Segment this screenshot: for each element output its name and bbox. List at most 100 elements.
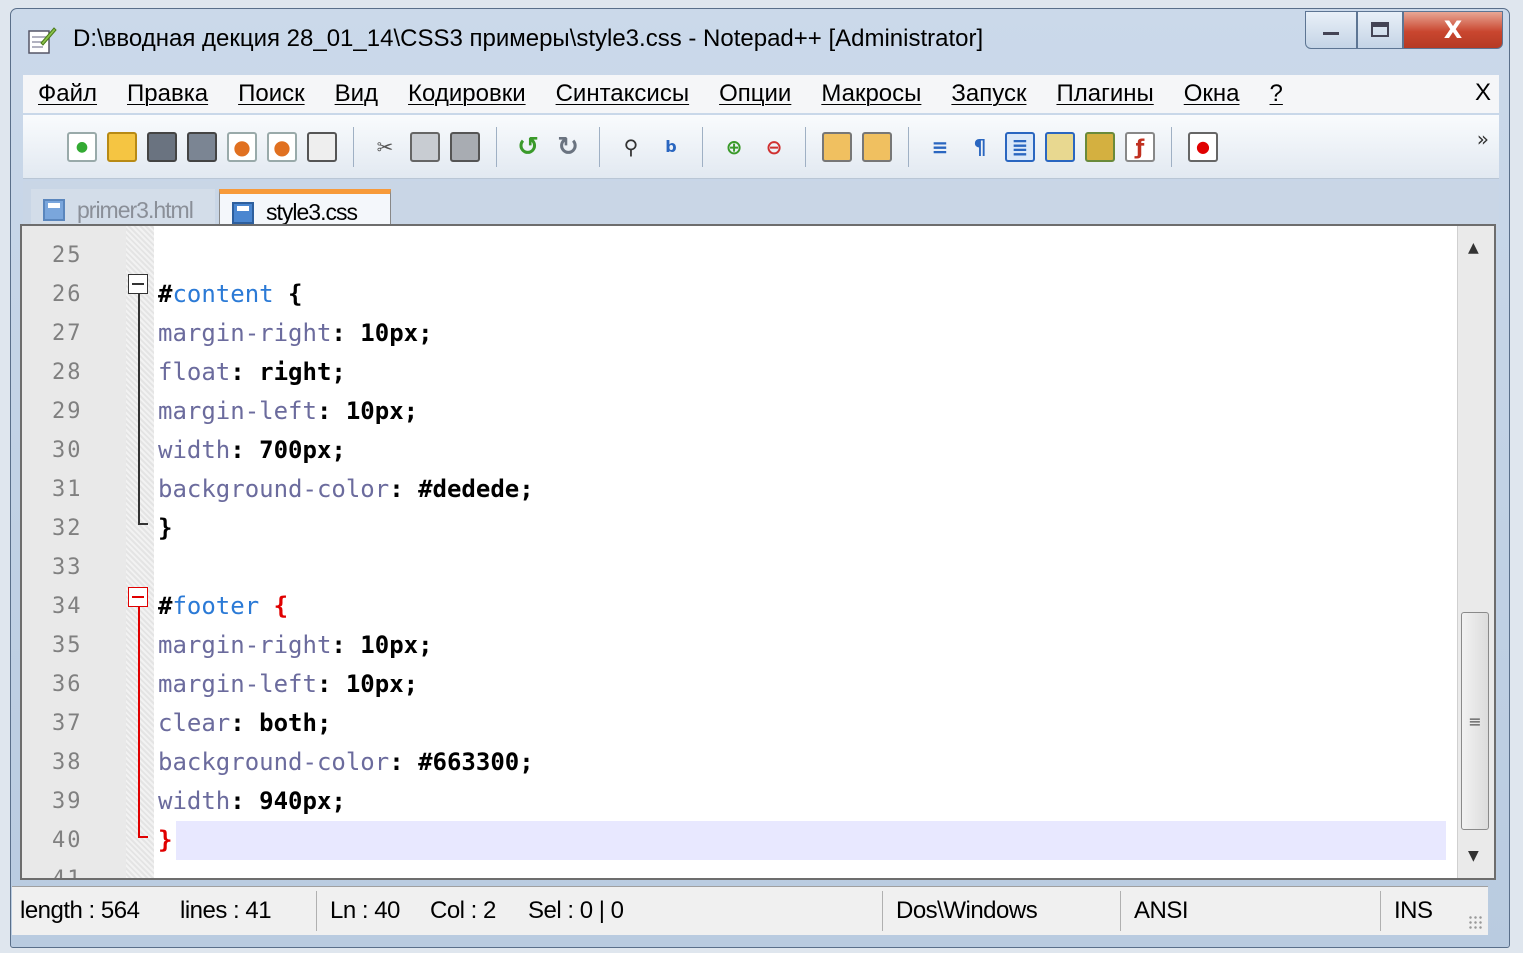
- paste-icon[interactable]: [450, 131, 480, 162]
- status-selection: Sel : 0 | 0: [528, 897, 624, 924]
- code-text: }: [158, 509, 172, 548]
- menu-search[interactable]: Поиск: [223, 80, 320, 108]
- code-editor[interactable]: 25 26 #content {27 margin-right: 10px; 28 flo…: [20, 224, 1496, 880]
- menu-file[interactable]: Файл: [23, 80, 112, 108]
- line-number: 38: [52, 750, 83, 775]
- code-token: : #663300;: [389, 748, 534, 776]
- code-token: background-color: [158, 748, 390, 776]
- save-icon[interactable]: [147, 131, 177, 162]
- code-token: : #dedede;: [389, 475, 534, 503]
- menu-encoding[interactable]: Кодировки: [393, 80, 541, 108]
- fold-toggle-content[interactable]: [128, 274, 148, 294]
- code-text: #content {: [158, 275, 303, 314]
- save-all-icon[interactable]: [187, 131, 217, 162]
- menu-bar: Файл Правка Поиск Вид Кодировки Синтакси…: [23, 75, 1499, 113]
- fold-line-end: [138, 523, 148, 525]
- word-wrap-icon[interactable]: ≡: [925, 132, 955, 162]
- close-all-icon[interactable]: ●: [267, 131, 297, 162]
- zoom-out-icon[interactable]: ⊖: [759, 132, 789, 162]
- line-number: 39: [52, 789, 83, 814]
- code-token: : 10px;: [316, 670, 419, 698]
- doc-map-icon[interactable]: [1085, 131, 1115, 162]
- toolbar-overflow-button[interactable]: »: [1477, 127, 1489, 151]
- code-text: width: 940px;: [158, 782, 346, 821]
- tab-label: style3.css: [266, 199, 358, 225]
- grip-icon: ≡: [1468, 711, 1482, 731]
- resize-grip-icon[interactable]: [1468, 915, 1482, 929]
- menu-plugins[interactable]: Плагины: [1041, 80, 1168, 108]
- code-token: clear: [158, 709, 231, 737]
- code-token: footer: [172, 592, 260, 620]
- menu-edit[interactable]: Правка: [112, 80, 223, 108]
- code-token: : right;: [230, 358, 346, 386]
- code-text: background-color: #dedede;: [158, 470, 534, 509]
- scroll-up-icon[interactable]: ▲: [1468, 240, 1479, 256]
- code-token: content: [172, 280, 274, 308]
- line-number: 40: [52, 828, 83, 853]
- status-insert-mode: INS: [1394, 897, 1433, 924]
- code-line: 27 margin-right: 10px;: [22, 314, 1446, 353]
- code-token: margin-left: [158, 670, 317, 698]
- line-number: 31: [52, 477, 83, 502]
- menu-language[interactable]: Синтаксисы: [541, 80, 705, 108]
- close-icon: X: [1443, 16, 1463, 44]
- open-file-icon[interactable]: [107, 131, 137, 162]
- menu-run[interactable]: Запуск: [936, 80, 1041, 108]
- toolbar-separator: [496, 126, 497, 167]
- scroll-thumb[interactable]: ≡: [1461, 612, 1489, 830]
- toolbar: ● ● ● ✂ ↺ ↻ ⚲ b ⊕ ⊖ ≡ ¶ ≣ ƒ ● »: [23, 115, 1499, 179]
- window-controls: X: [1305, 11, 1503, 49]
- code-line: 26 #content {: [22, 275, 1446, 314]
- undo-icon[interactable]: ↺: [513, 132, 543, 162]
- code-text: clear: both;: [158, 704, 331, 743]
- code-line: 35 margin-right: 10px;: [22, 626, 1446, 665]
- menu-macro[interactable]: Макросы: [806, 80, 936, 108]
- function-list-icon[interactable]: ƒ: [1125, 131, 1155, 162]
- print-icon[interactable]: [307, 131, 337, 162]
- code-line: 34 #footer {: [22, 587, 1446, 626]
- find-icon[interactable]: ⚲: [616, 132, 646, 162]
- line-number: 29: [52, 399, 83, 424]
- menu-window[interactable]: Окна: [1169, 80, 1255, 108]
- toolbar-separator: [702, 126, 703, 167]
- notepad-app-icon: [28, 27, 57, 54]
- code-token: margin-right: [158, 319, 332, 347]
- code-line: 39 width: 940px;: [22, 782, 1446, 821]
- status-divider: [1120, 891, 1121, 931]
- code-line: 28 float: right;: [22, 353, 1446, 392]
- code-token: }: [158, 826, 173, 854]
- code-token: {: [259, 592, 289, 620]
- vertical-scrollbar[interactable]: ▲ ≡ ▼: [1457, 226, 1494, 878]
- minimize-icon: [1323, 32, 1339, 35]
- menu-view[interactable]: Вид: [320, 80, 393, 108]
- scroll-down-icon[interactable]: ▼: [1468, 848, 1479, 864]
- indent-guide-icon[interactable]: ≣: [1005, 131, 1035, 162]
- maximize-button[interactable]: [1357, 11, 1403, 49]
- close-icon[interactable]: ●: [227, 131, 257, 162]
- line-number: 41: [52, 867, 83, 880]
- close-document-button[interactable]: X: [1475, 79, 1491, 107]
- show-all-chars-icon[interactable]: ¶: [965, 132, 995, 162]
- record-macro-icon[interactable]: ●: [1188, 131, 1218, 162]
- minimize-button[interactable]: [1305, 11, 1357, 49]
- replace-icon[interactable]: b: [656, 132, 686, 162]
- sync-vertical-icon[interactable]: [822, 131, 852, 162]
- new-file-icon[interactable]: ●: [67, 131, 97, 162]
- title-bar[interactable]: D:\вводная декция 28_01_14\CSS3 примеры\…: [11, 9, 1509, 71]
- code-token: : both;: [230, 709, 332, 737]
- close-window-button[interactable]: X: [1403, 11, 1503, 49]
- fold-line-end: [138, 836, 148, 838]
- fold-toggle-footer[interactable]: [128, 587, 148, 607]
- redo-icon[interactable]: ↻: [553, 132, 583, 162]
- zoom-in-icon[interactable]: ⊕: [719, 132, 749, 162]
- file-saved-icon: [43, 199, 65, 221]
- user-language-icon[interactable]: [1045, 131, 1075, 162]
- window-title: D:\вводная декция 28_01_14\CSS3 примеры\…: [73, 25, 984, 52]
- copy-icon[interactable]: [410, 131, 440, 162]
- sync-horizontal-icon[interactable]: [862, 131, 892, 162]
- code-token: : 10px;: [331, 319, 433, 347]
- menu-settings[interactable]: Опции: [704, 80, 806, 108]
- menu-help[interactable]: ?: [1255, 80, 1298, 108]
- code-token: margin-left: [158, 397, 317, 425]
- cut-icon[interactable]: ✂: [370, 132, 400, 162]
